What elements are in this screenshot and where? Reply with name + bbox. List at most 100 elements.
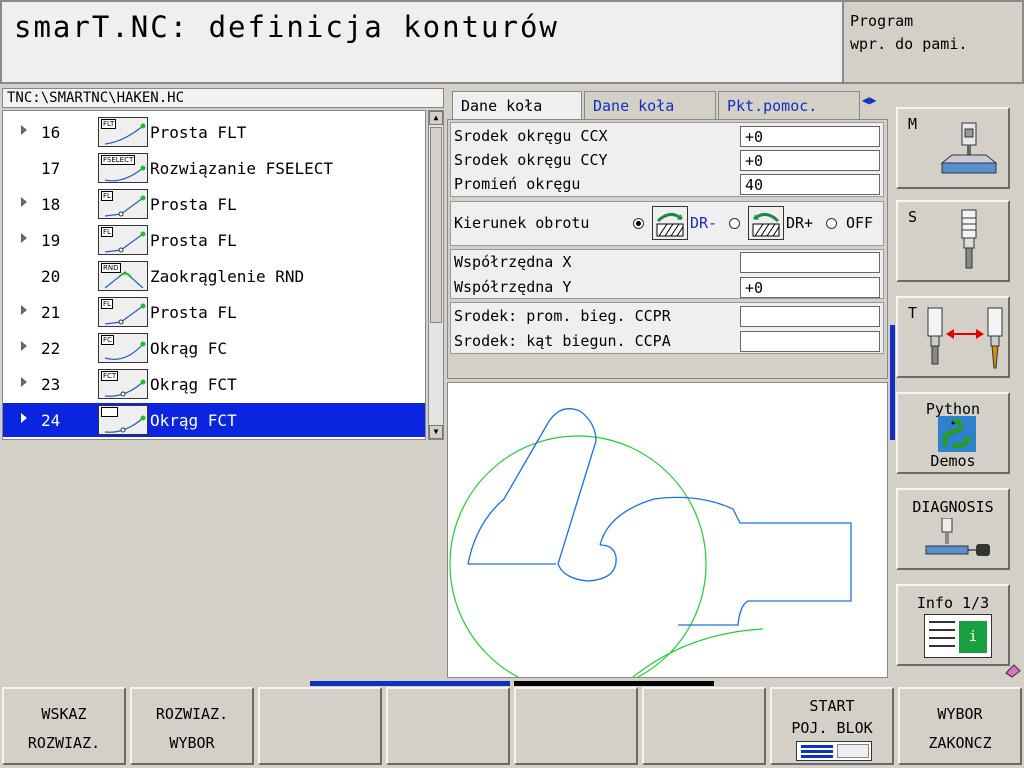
softkey-8-line-2: ZAKONCZ (928, 734, 992, 752)
x-label: Współrzędna X (454, 253, 572, 271)
contour-element-icon: RND (98, 261, 148, 291)
block-number: 17 (41, 159, 61, 178)
contour-element-icon: FC (98, 333, 148, 363)
t-softkey[interactable]: T (896, 296, 1010, 378)
block-label: Prosta FL (150, 231, 237, 250)
contour-graphic (447, 382, 888, 693)
program-row[interactable]: 16 FLT Prosta FLT (3, 115, 425, 149)
expand-arrow-icon[interactable] (21, 341, 27, 351)
block-label: Prosta FLT (150, 123, 247, 142)
y-input[interactable]: +0 (740, 277, 880, 298)
program-row[interactable]: 18 FL Prosta FL (3, 187, 425, 221)
block-number: 16 (41, 123, 61, 142)
info-document-icon: i (924, 614, 992, 658)
python-snake-icon (938, 416, 976, 452)
diagnosis-icon (925, 518, 990, 556)
demos-label: Demos (930, 452, 976, 470)
ccpr-input[interactable] (740, 306, 880, 327)
m-softkey[interactable]: M (896, 107, 1010, 189)
s-softkey[interactable]: S (896, 200, 1010, 282)
program-row[interactable]: 21 FL Prosta FL (3, 295, 425, 329)
mode-line-1: Program (850, 12, 914, 30)
s-softkey-label: S (908, 208, 918, 226)
ccpr-label: Srodek: prom. bieg. CCPR (454, 307, 671, 325)
program-row[interactable]: 24 FCT Okrąg FCT (3, 403, 425, 437)
contour-element-icon: FCT (98, 369, 148, 399)
list-scrollbar[interactable]: ▲ ▼ (428, 110, 444, 440)
ccy-input[interactable]: +0 (740, 150, 880, 171)
python-demos-softkey[interactable]: Python Demos (896, 392, 1010, 474)
expand-arrow-icon[interactable] (21, 377, 27, 387)
softkey-1-line-2: ROZWIAZ. (27, 734, 101, 752)
block-label: Zaokrąglenie RND (150, 267, 305, 286)
expand-arrow-icon[interactable] (21, 413, 27, 423)
scroll-down-icon[interactable]: ▼ (429, 425, 443, 439)
tab-dane-kola-1[interactable]: Dane koła (452, 91, 582, 122)
softkey-4-empty[interactable] (386, 687, 510, 765)
softkey-5-empty[interactable] (514, 687, 638, 765)
scroll-thumb[interactable] (430, 127, 442, 323)
scroll-up-icon[interactable]: ▲ (429, 111, 443, 125)
block-number: 22 (41, 339, 61, 358)
expand-arrow-icon[interactable] (21, 197, 27, 207)
radius-input[interactable]: 40 (740, 174, 880, 195)
block-label: Rozwiązanie FSELECT (150, 159, 334, 178)
start-poj-blok-softkey[interactable]: START POJ. BLOK (770, 687, 894, 765)
info-label: Info 1/3 (916, 594, 990, 612)
dr-plus-icon[interactable] (748, 206, 784, 240)
dr-minus-label: DR- (690, 214, 718, 232)
contour-element-icon: FL (98, 297, 148, 327)
program-list[interactable]: 16 FLT Prosta FLT 17 FSELECT Rozwiązanie FSEL… (2, 110, 426, 440)
radio-dr-minus[interactable] (633, 218, 644, 229)
softkey-page-indicator-1 (310, 681, 510, 686)
page-title: smarT.NC: definicja konturów (14, 10, 559, 44)
contour-element-icon-label: RND (101, 263, 121, 273)
program-row[interactable]: 22 FC Okrąg FC (3, 331, 425, 365)
program-row[interactable]: 23 FCT Okrąg FCT (3, 367, 425, 401)
wskaz-rozwiaz-softkey[interactable]: WSKAZ ROZWIAZ. (2, 687, 126, 765)
tab-scroll-arrows-icon[interactable]: ◀▶ (862, 93, 888, 117)
block-number: 23 (41, 375, 61, 394)
softkey-3-empty[interactable] (258, 687, 382, 765)
ccx-input[interactable]: +0 (740, 126, 880, 147)
softkey-7-line-1: START (809, 697, 855, 715)
eraser-icon[interactable] (1004, 663, 1022, 679)
radius-label: Promień okręgu (454, 175, 581, 193)
green-circle (449, 435, 764, 693)
expand-arrow-icon[interactable] (21, 233, 27, 243)
direction-label: Kierunek obrotu (454, 214, 590, 232)
softkey-6-empty[interactable] (642, 687, 766, 765)
program-row[interactable]: 20 RND Zaokrąglenie RND (3, 259, 425, 293)
tool-change-t-icon (927, 307, 1003, 369)
title-bar: smarT.NC: definicja konturów (0, 0, 842, 84)
off-label: OFF (846, 214, 874, 232)
program-row[interactable]: 17 FSELECT Rozwiązanie FSELECT (3, 151, 425, 185)
contour-element-icon: FSELECT (98, 153, 148, 183)
radio-off[interactable] (826, 218, 837, 229)
expand-arrow-icon[interactable] (21, 125, 27, 135)
rozwiaz-wybor-softkey[interactable]: ROZWIAZ. WYBOR (130, 687, 254, 765)
expand-arrow-icon[interactable] (21, 305, 27, 315)
info-softkey[interactable]: Info 1/3 i (896, 584, 1010, 666)
program-row[interactable]: 19 FL Prosta FL (3, 223, 425, 257)
block-number: 24 (41, 411, 61, 430)
block-label: Okrąg FC (150, 339, 228, 358)
wybor-zakoncz-softkey[interactable]: WYBOR ZAKONCZ (898, 687, 1022, 765)
diagnosis-label: DIAGNOSIS (912, 498, 994, 516)
ccpa-input[interactable] (740, 331, 880, 352)
contour-element-icon-label: FSELECT (101, 155, 136, 165)
contour-element-icon: FLT (98, 117, 148, 147)
tab-pkt-pomoc[interactable]: Pkt.pomoc. (718, 91, 860, 120)
softkey-2-line-1: ROZWIAZ. (155, 705, 229, 723)
x-input[interactable] (740, 252, 880, 273)
contour-element-icon-label: FCT (101, 371, 119, 381)
softkey-1-line-1: WSKAZ (41, 705, 87, 723)
tab-dane-kola-2[interactable]: Dane koła (584, 91, 716, 120)
dr-plus-label: DR+ (786, 214, 814, 232)
diagnosis-softkey[interactable]: DIAGNOSIS (896, 488, 1010, 570)
contour-element-icon-label: FL (101, 299, 113, 309)
dr-minus-icon[interactable] (652, 206, 688, 240)
radio-dr-plus[interactable] (729, 218, 740, 229)
contour-element-icon-label: FCT (101, 407, 119, 417)
info-i-icon: i (959, 621, 987, 653)
